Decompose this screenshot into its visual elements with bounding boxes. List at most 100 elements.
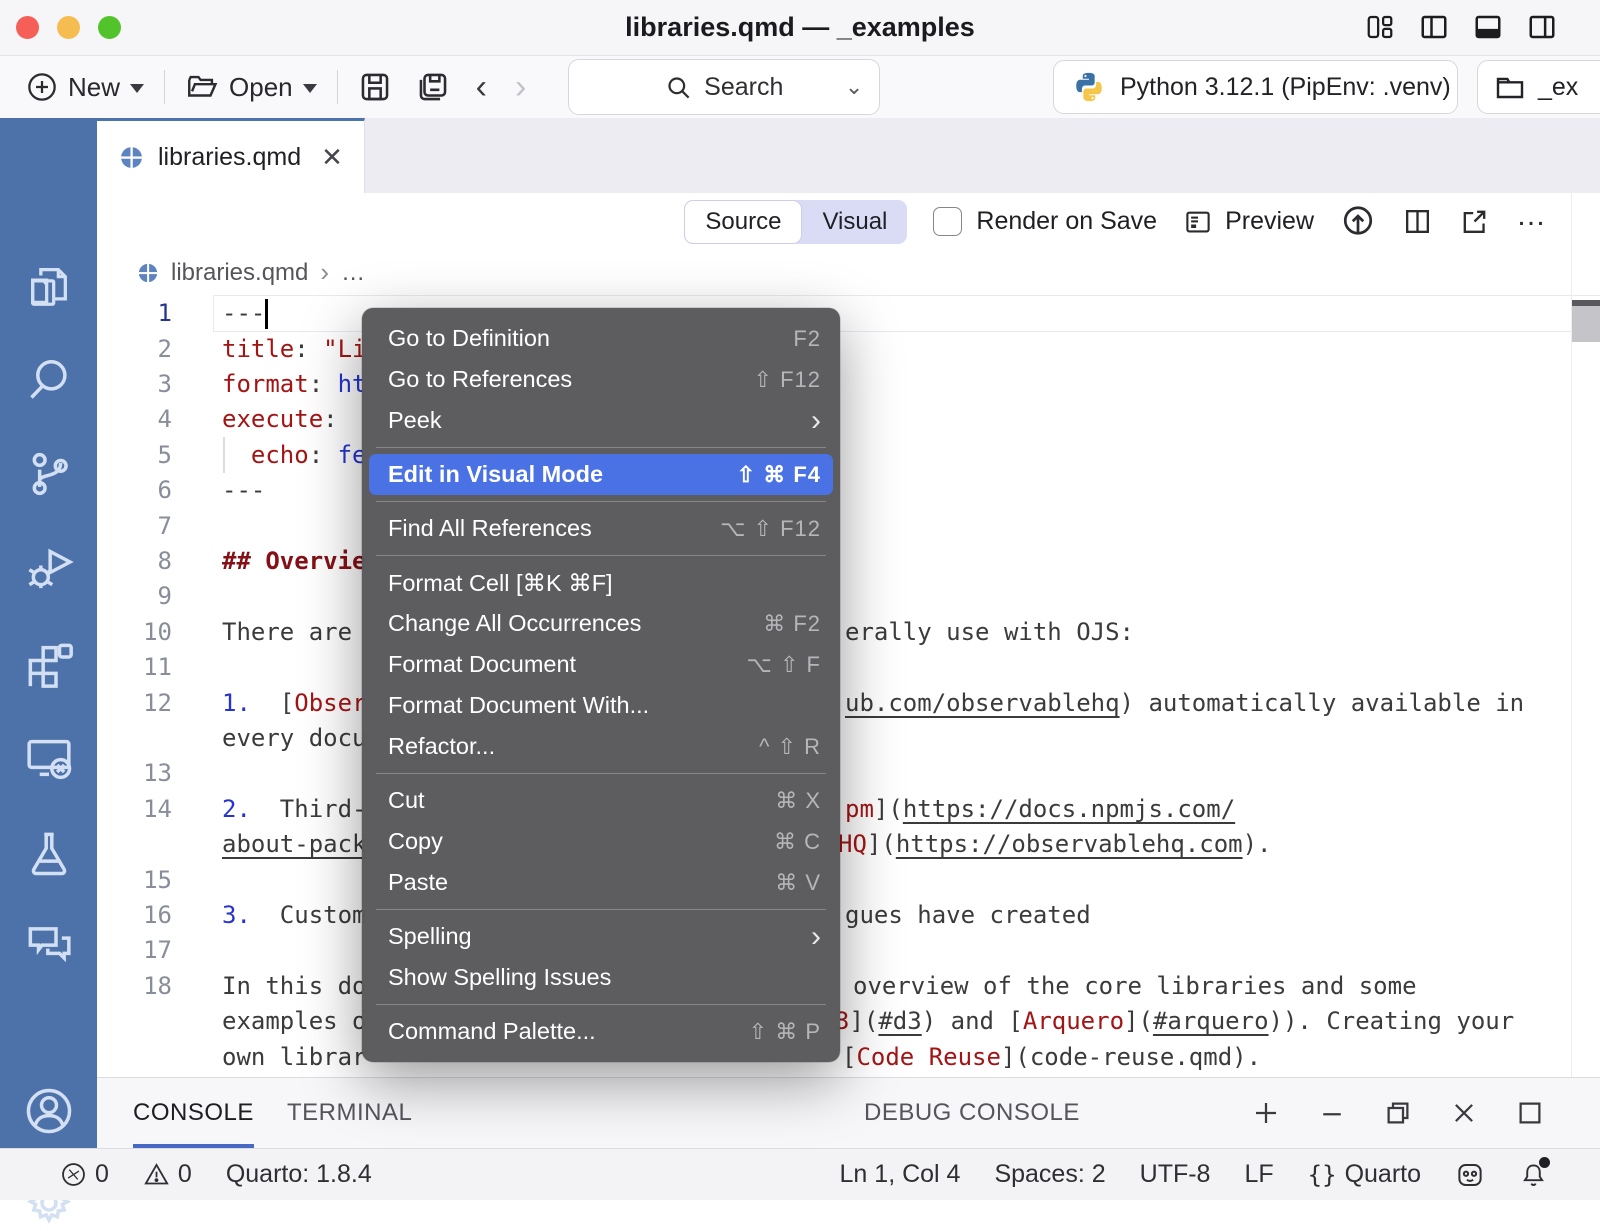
- status-item-warnings-count[interactable]: 0: [143, 1160, 192, 1189]
- menu-separator: [376, 501, 826, 502]
- restore-panel-icon[interactable]: [1383, 1098, 1413, 1128]
- code-line: 10 There are erally use with OJS:: [97, 614, 1600, 650]
- menu-item-format-document[interactable]: Format Document⌥ ⇧ F: [362, 644, 840, 685]
- code-line: 8## Overvie: [97, 543, 1600, 579]
- menu-item-label: Command Palette...: [388, 1018, 596, 1045]
- menu-item-edit-in-visual-mode[interactable]: Edit in Visual Mode⇧ ⌘ F4: [369, 454, 833, 495]
- code-token: In this do: [222, 972, 367, 1000]
- menu-item-cut[interactable]: Cut⌘ X: [362, 780, 840, 821]
- error-icon: [60, 1161, 87, 1188]
- menu-item-go-to-definition[interactable]: Go to DefinitionF2: [362, 318, 840, 359]
- code-token: )). Creating your: [1269, 1007, 1515, 1035]
- status-item-language-mode[interactable]: {}Quarto: [1308, 1160, 1421, 1189]
- panel-tab-terminal[interactable]: TERMINAL: [287, 1078, 412, 1148]
- testing-icon[interactable]: [0, 825, 97, 881]
- menu-item-change-all-occurrences[interactable]: Change All Occurrences⌘ F2: [362, 603, 840, 644]
- search-sidebar-icon[interactable]: [0, 352, 97, 408]
- code-line: 18In this dooverview of the core librari…: [97, 968, 1600, 1004]
- maximize-panel-icon[interactable]: [1515, 1098, 1545, 1128]
- code-token: Custom: [251, 901, 367, 929]
- code-token: ) automatically available in: [1120, 689, 1525, 717]
- menu-item-show-spelling-issues[interactable]: Show Spelling Issues: [362, 957, 840, 998]
- code-token: There are: [222, 618, 367, 646]
- status-item-indentation[interactable]: Spaces: 2: [994, 1160, 1105, 1189]
- menu-item-go-to-references[interactable]: Go to References⇧ F12: [362, 359, 840, 400]
- menu-item-find-all-references[interactable]: Find All References⌥ ⇧ F12: [362, 508, 840, 549]
- code-line: every docu: [97, 720, 1600, 756]
- menu-item-shortcut: ⇧ ⌘ P: [749, 1019, 821, 1045]
- menu-item-spelling[interactable]: Spelling›: [362, 916, 840, 957]
- code-line: 7: [97, 508, 1600, 544]
- source-control-icon[interactable]: [0, 446, 97, 502]
- code-token: gues have created: [845, 901, 1091, 929]
- status-bar: 0 0 Quarto: 1.8.4 Ln 1, Col 4 Spaces: 2 UTF-…: [0, 1148, 1600, 1200]
- editor-scrollbar[interactable]: [1572, 300, 1600, 342]
- menu-item-paste[interactable]: Paste⌘ V: [362, 862, 840, 903]
- menu-item-command-palette[interactable]: Command Palette... ⇧ ⌘ P: [362, 1011, 840, 1052]
- status-item-notifications[interactable]: [1519, 1160, 1548, 1189]
- menu-item-refactor[interactable]: Refactor...^ ⇧ R: [362, 726, 840, 767]
- code-line: 2title: "Li: [97, 331, 1600, 367]
- line-number: 10: [110, 614, 172, 650]
- status-item-feedback[interactable]: [1455, 1160, 1485, 1190]
- code-line: 17: [97, 932, 1600, 968]
- code-token: https://observablehq.com: [896, 830, 1243, 858]
- status-item-text: 0: [178, 1160, 192, 1189]
- extensions-icon[interactable]: [0, 636, 97, 692]
- sessions-icon[interactable]: [0, 730, 97, 786]
- line-number: 14: [110, 791, 172, 827]
- menu-item-label: Peek: [388, 407, 442, 434]
- menu-item-copy[interactable]: Copy⌘ C: [362, 821, 840, 862]
- code-token: 3.: [222, 901, 251, 929]
- minimize-panel-icon[interactable]: [1317, 1098, 1347, 1128]
- code-line: 16 3. Custom gues have created: [97, 897, 1600, 933]
- add-console-icon[interactable]: [1251, 1098, 1281, 1128]
- code-token: examples o: [222, 1007, 367, 1035]
- menu-item-format-document-with[interactable]: Format Document With...: [362, 685, 840, 726]
- line-number: 1: [110, 295, 172, 331]
- bottom-panel-header: CONSOLE TERMINAL DEBUG CONSOLE: [97, 1077, 1600, 1149]
- code-token: :: [294, 335, 323, 363]
- status-item-eol[interactable]: LF: [1244, 1160, 1273, 1189]
- menu-item-label: Spelling: [388, 923, 472, 950]
- code-line: 11: [97, 649, 1600, 685]
- menu-item-label: Refactor...: [388, 733, 495, 760]
- status-item-quarto-version[interactable]: Quarto: 1.8.4: [226, 1160, 372, 1189]
- status-item-cursor-position[interactable]: Ln 1, Col 4: [840, 1160, 961, 1189]
- code-line: 15: [97, 862, 1600, 898]
- code-token: ](: [849, 1007, 878, 1035]
- panel-tab-debug-console[interactable]: DEBUG CONSOLE: [864, 1078, 1080, 1148]
- code-token: #arquero: [1153, 1007, 1269, 1035]
- code-editor[interactable]: 1---2title: "Li3format: ht4execute:5 ech…: [97, 0, 1600, 1077]
- status-item-errors-count[interactable]: 0: [60, 1160, 109, 1189]
- comments-icon[interactable]: [0, 916, 97, 972]
- explorer-icon[interactable]: [0, 258, 97, 314]
- line-number: 16: [110, 897, 172, 933]
- code-token: title: [222, 335, 294, 363]
- code-token: Arquero: [1023, 1007, 1124, 1035]
- code-token: format: [222, 370, 309, 398]
- line-number: 7: [110, 508, 172, 544]
- code-token: erally use with OJS:: [845, 618, 1134, 646]
- code-token: execute: [222, 405, 323, 433]
- menu-item-label: Find All References: [388, 515, 592, 542]
- status-item-text: UTF-8: [1140, 1160, 1211, 1189]
- close-panel-icon[interactable]: [1449, 1098, 1479, 1128]
- code-token: :: [323, 405, 337, 433]
- panel-tab-console[interactable]: CONSOLE: [133, 1078, 254, 1148]
- status-item-encoding[interactable]: UTF-8: [1140, 1160, 1211, 1189]
- code-token: [: [842, 1043, 856, 1071]
- menu-item-shortcut: F2: [793, 326, 821, 352]
- code-line: 3format: ht: [97, 366, 1600, 402]
- code-token: :: [309, 441, 338, 469]
- code-token: ## Overvie: [222, 547, 367, 575]
- run-debug-icon[interactable]: [0, 541, 97, 597]
- menu-item-peek[interactable]: Peek›: [362, 400, 840, 441]
- menu-item-shortcut: ⌘ F2: [763, 611, 821, 637]
- menu-item-format-cell-k-f[interactable]: Format Cell [⌘K ⌘F]: [362, 562, 840, 603]
- account-icon[interactable]: [0, 1083, 97, 1139]
- menu-item-shortcut: ⌘ X: [775, 788, 821, 814]
- code-line: own librar[Code Reuse](code-reuse.qmd).: [97, 1039, 1600, 1075]
- code-token: Third-: [251, 795, 367, 823]
- status-item-text: 0: [95, 1160, 109, 1189]
